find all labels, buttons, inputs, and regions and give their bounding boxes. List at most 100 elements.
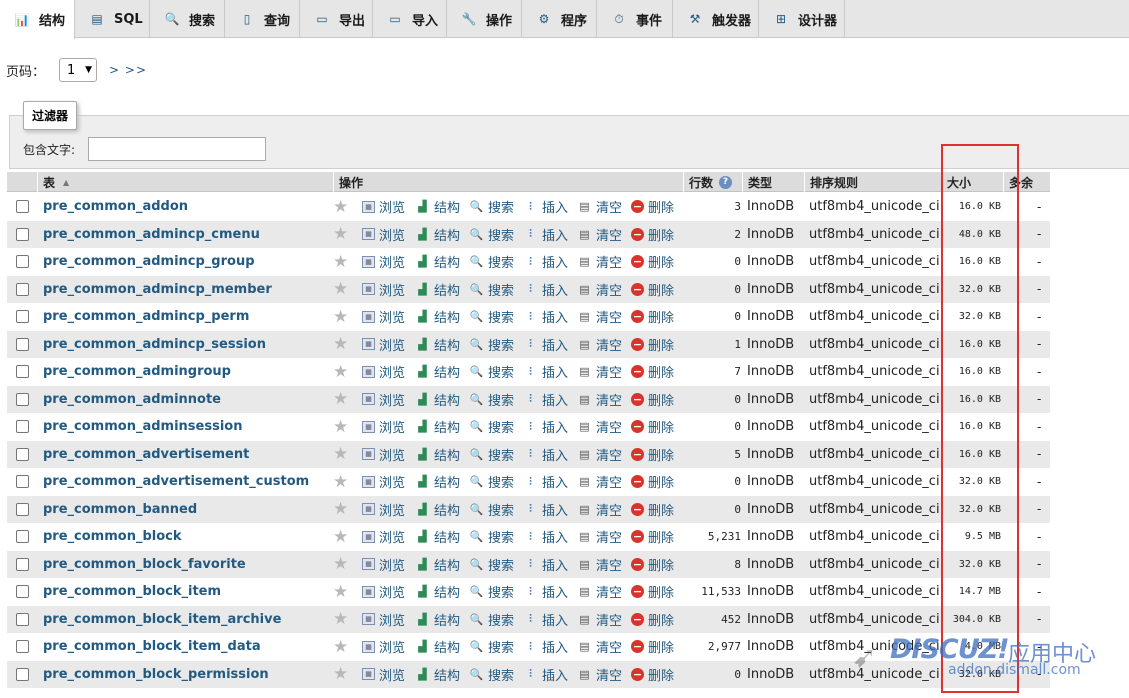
favorite-star-icon[interactable]: ★ xyxy=(333,441,348,469)
structure-action[interactable]: ▟ 结构 xyxy=(415,551,460,579)
insert-action[interactable]: ⫶ 插入 xyxy=(523,523,568,551)
search-action[interactable]: 🔍 搜索 xyxy=(469,441,514,469)
drop-action[interactable]: − 删除 xyxy=(631,386,674,414)
favorite-star-icon[interactable]: ★ xyxy=(333,193,348,221)
favorite-star-icon[interactable]: ★ xyxy=(333,523,348,551)
table-name-link[interactable]: pre_common_admincp_session xyxy=(43,331,266,359)
structure-action[interactable]: ▟ 结构 xyxy=(415,523,460,551)
row-checkbox[interactable] xyxy=(16,640,29,653)
structure-action[interactable]: ▟ 结构 xyxy=(415,221,460,249)
drop-action[interactable]: − 删除 xyxy=(631,248,674,276)
search-action[interactable]: 🔍 搜索 xyxy=(469,496,514,524)
insert-action[interactable]: ⫶ 插入 xyxy=(523,331,568,359)
insert-action[interactable]: ⫶ 插入 xyxy=(523,496,568,524)
table-name-link[interactable]: pre_common_banned xyxy=(43,496,197,524)
drop-action[interactable]: − 删除 xyxy=(631,276,674,304)
empty-action[interactable]: ▤ 清空 xyxy=(577,276,622,304)
row-checkbox[interactable] xyxy=(16,612,29,626)
table-name-link[interactable]: pre_common_block_item_data xyxy=(43,633,261,661)
favorite-star-icon[interactable]: ★ xyxy=(333,276,348,304)
browse-action[interactable]: ▦ 浏览 xyxy=(362,413,405,441)
empty-action[interactable]: ▤ 清空 xyxy=(577,468,622,496)
table-name-link[interactable]: pre_common_adminnote xyxy=(43,386,221,414)
empty-action[interactable]: ▤ 清空 xyxy=(577,413,622,441)
empty-action[interactable]: ▤ 清空 xyxy=(577,661,622,689)
empty-action[interactable]: ▤ 清空 xyxy=(577,303,622,331)
drop-action[interactable]: − 删除 xyxy=(631,551,674,579)
drop-action[interactable]: − 删除 xyxy=(631,523,674,551)
drop-action[interactable]: − 删除 xyxy=(631,496,674,524)
structure-action[interactable]: ▟ 结构 xyxy=(415,496,460,524)
table-name-link[interactable]: pre_common_admincp_cmenu xyxy=(43,221,260,249)
favorite-star-icon[interactable]: ★ xyxy=(333,331,348,359)
favorite-star-icon[interactable]: ★ xyxy=(333,386,348,414)
empty-action[interactable]: ▤ 清空 xyxy=(577,551,622,579)
row-checkbox[interactable] xyxy=(16,585,29,598)
insert-action[interactable]: ⫶ 插入 xyxy=(523,276,568,304)
empty-action[interactable]: ▤ 清空 xyxy=(577,331,622,359)
tab-4[interactable]: ▭ 导出 xyxy=(300,0,373,38)
empty-action[interactable]: ▤ 清空 xyxy=(577,386,622,414)
search-action[interactable]: 🔍 搜索 xyxy=(469,578,514,606)
search-action[interactable]: 🔍 搜索 xyxy=(469,606,514,634)
browse-action[interactable]: ▦ 浏览 xyxy=(362,276,405,304)
structure-action[interactable]: ▟ 结构 xyxy=(415,386,460,414)
structure-action[interactable]: ▟ 结构 xyxy=(415,578,460,606)
empty-action[interactable]: ▤ 清空 xyxy=(577,358,622,386)
empty-action[interactable]: ▤ 清空 xyxy=(577,578,622,606)
tab-0[interactable]: 📊 结构 xyxy=(0,0,75,39)
row-checkbox[interactable] xyxy=(16,200,29,213)
browse-action[interactable]: ▦ 浏览 xyxy=(362,303,405,331)
favorite-star-icon[interactable]: ★ xyxy=(333,468,348,496)
row-checkbox[interactable] xyxy=(16,475,29,488)
favorite-star-icon[interactable]: ★ xyxy=(333,248,348,276)
drop-action[interactable]: − 删除 xyxy=(631,468,674,496)
browse-action[interactable]: ▦ 浏览 xyxy=(362,248,405,276)
favorite-star-icon[interactable]: ★ xyxy=(333,496,348,524)
insert-action[interactable]: ⫶ 插入 xyxy=(523,661,568,689)
tab-2[interactable]: 🔍 搜索 xyxy=(150,0,225,38)
empty-action[interactable]: ▤ 清空 xyxy=(577,221,622,249)
browse-action[interactable]: ▦ 浏览 xyxy=(362,578,405,606)
drop-action[interactable]: − 删除 xyxy=(631,193,674,221)
row-checkbox[interactable] xyxy=(16,667,29,681)
row-checkbox[interactable] xyxy=(16,557,29,571)
insert-action[interactable]: ⫶ 插入 xyxy=(523,193,568,221)
row-checkbox[interactable] xyxy=(16,227,29,241)
table-name-link[interactable]: pre_common_advertisement_custom xyxy=(43,468,309,496)
favorite-star-icon[interactable]: ★ xyxy=(333,578,348,606)
browse-action[interactable]: ▦ 浏览 xyxy=(362,193,405,221)
browse-action[interactable]: ▦ 浏览 xyxy=(362,441,405,469)
drop-action[interactable]: − 删除 xyxy=(631,441,674,469)
drop-action[interactable]: − 删除 xyxy=(631,413,674,441)
table-name-link[interactable]: pre_common_admincp_group xyxy=(43,248,255,276)
structure-action[interactable]: ▟ 结构 xyxy=(415,248,460,276)
browse-action[interactable]: ▦ 浏览 xyxy=(362,496,405,524)
structure-action[interactable]: ▟ 结构 xyxy=(415,468,460,496)
structure-action[interactable]: ▟ 结构 xyxy=(415,331,460,359)
insert-action[interactable]: ⫶ 插入 xyxy=(523,578,568,606)
row-checkbox[interactable] xyxy=(16,337,29,351)
tab-8[interactable]: ⏱ 事件 xyxy=(597,0,673,38)
empty-action[interactable]: ▤ 清空 xyxy=(577,193,622,221)
pager-next-link[interactable]: > >> xyxy=(109,63,147,77)
favorite-star-icon[interactable]: ★ xyxy=(333,303,348,331)
search-action[interactable]: 🔍 搜索 xyxy=(469,386,514,414)
drop-action[interactable]: − 删除 xyxy=(631,633,674,661)
tab-3[interactable]: ▯ 查询 xyxy=(225,0,300,38)
empty-action[interactable]: ▤ 清空 xyxy=(577,496,622,524)
col-table[interactable]: 表 ▲ xyxy=(37,172,333,192)
structure-action[interactable]: ▟ 结构 xyxy=(415,606,460,634)
row-checkbox[interactable] xyxy=(16,420,29,433)
insert-action[interactable]: ⫶ 插入 xyxy=(523,441,568,469)
browse-action[interactable]: ▦ 浏览 xyxy=(362,551,405,579)
row-checkbox[interactable] xyxy=(16,255,29,268)
browse-action[interactable]: ▦ 浏览 xyxy=(362,221,405,249)
insert-action[interactable]: ⫶ 插入 xyxy=(523,606,568,634)
browse-action[interactable]: ▦ 浏览 xyxy=(362,606,405,634)
insert-action[interactable]: ⫶ 插入 xyxy=(523,248,568,276)
drop-action[interactable]: − 删除 xyxy=(631,661,674,689)
browse-action[interactable]: ▦ 浏览 xyxy=(362,633,405,661)
col-collation[interactable]: 排序规则 xyxy=(804,172,941,192)
search-action[interactable]: 🔍 搜索 xyxy=(469,551,514,579)
